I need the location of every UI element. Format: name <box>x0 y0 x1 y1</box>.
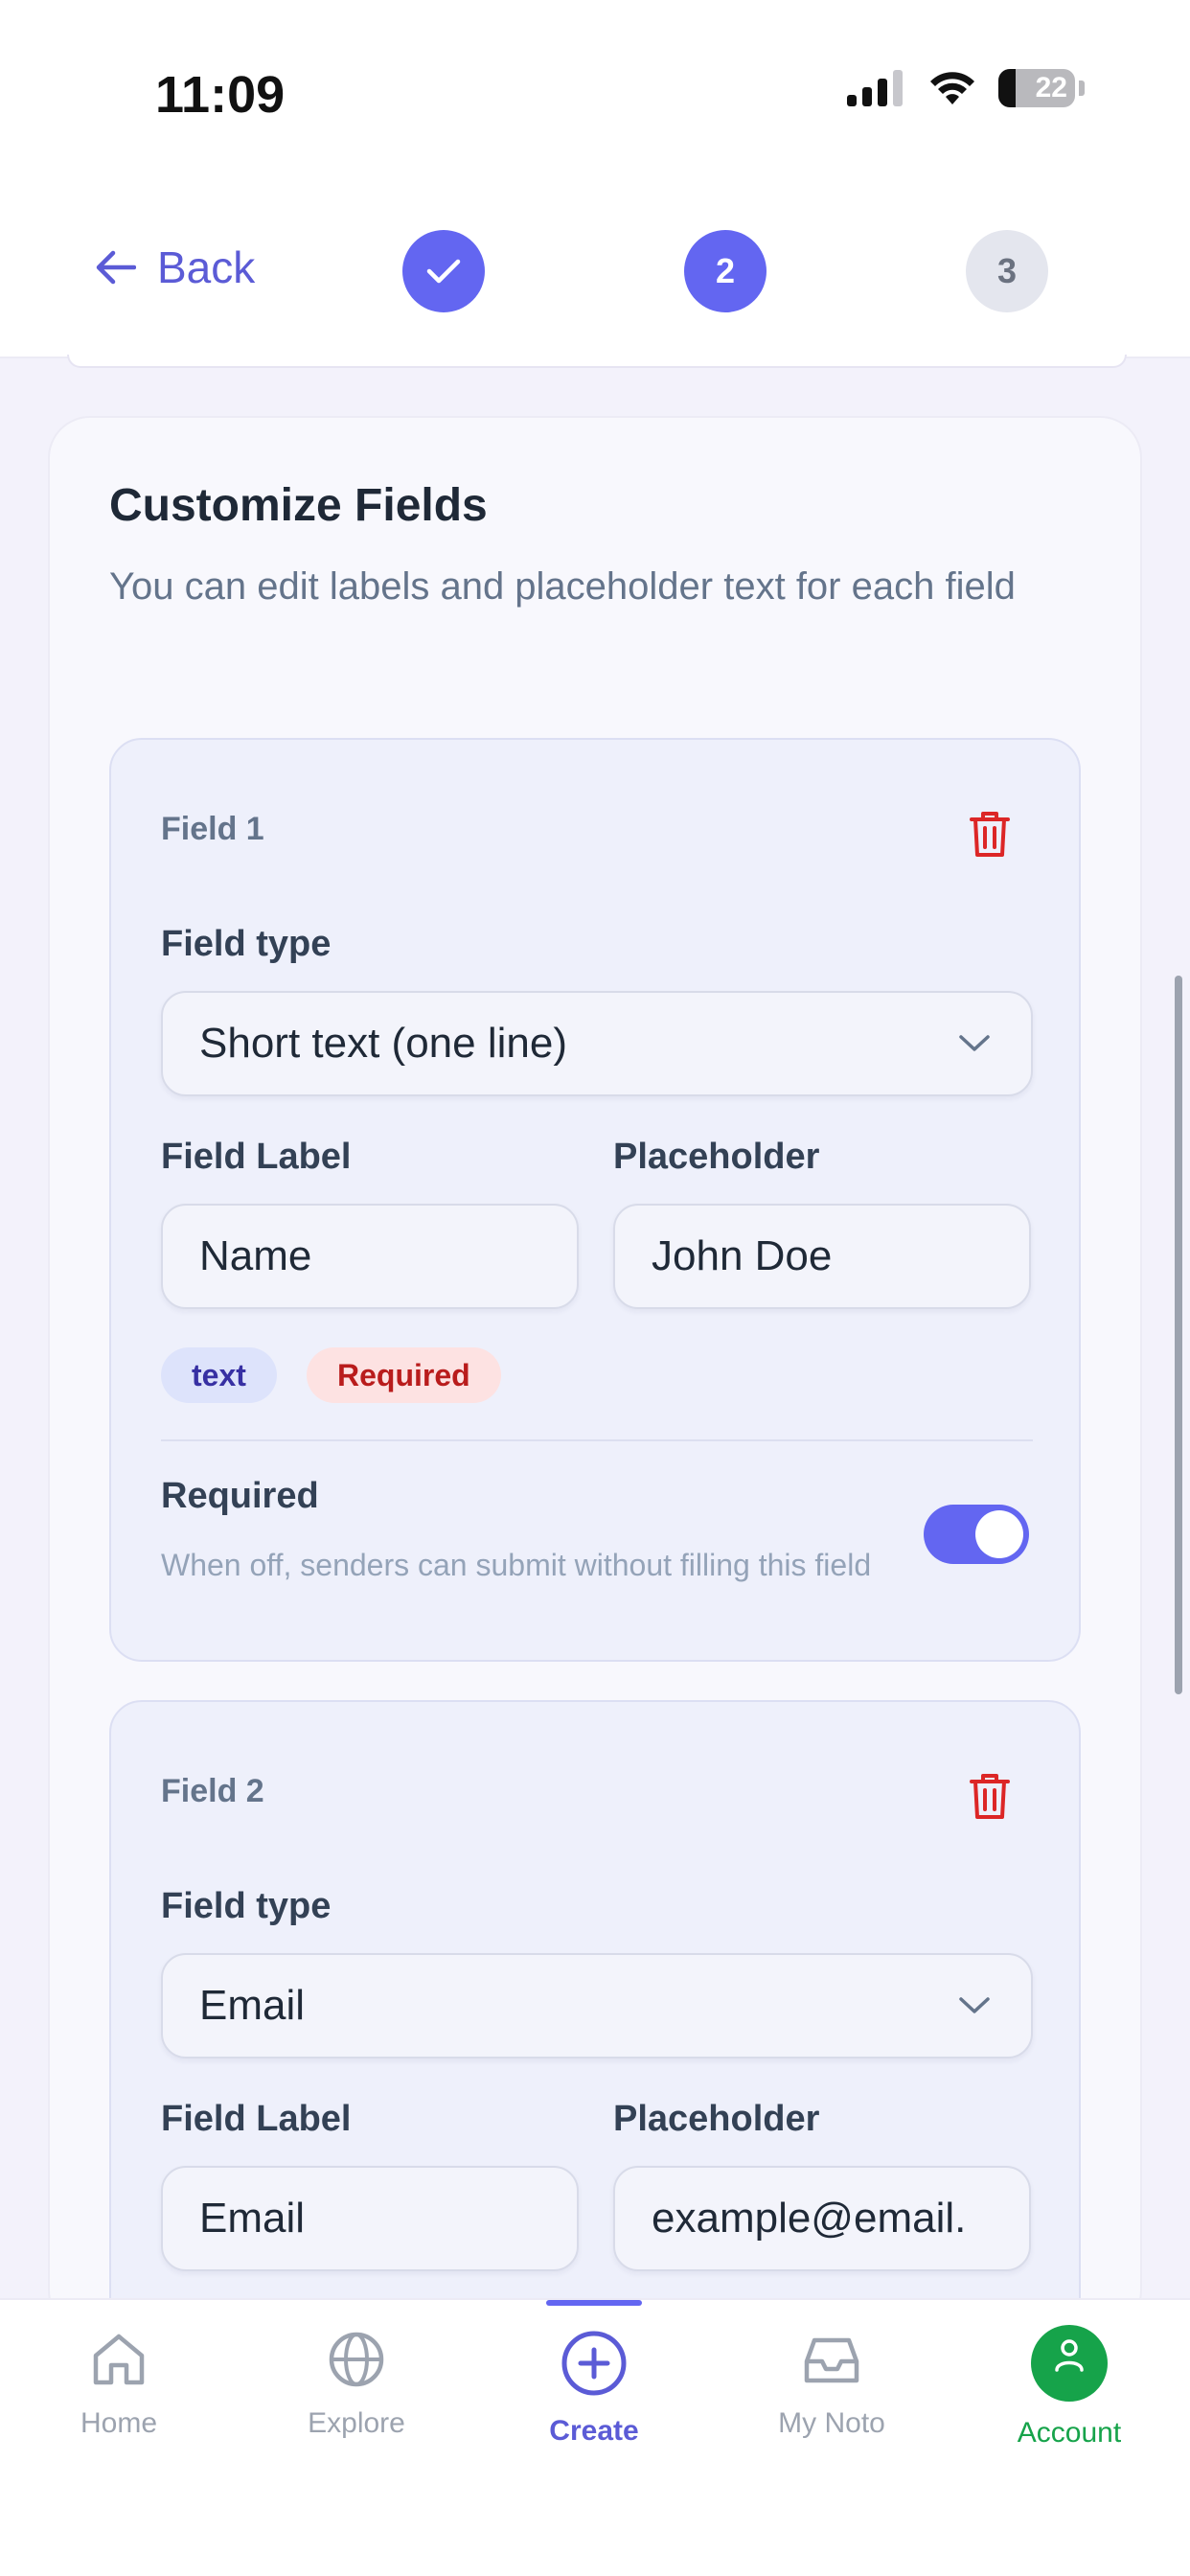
field-label-input[interactable]: Name <box>161 1204 579 1309</box>
divider <box>161 1439 1033 1441</box>
back-button[interactable]: Back <box>96 242 255 293</box>
back-label: Back <box>157 242 256 292</box>
inbox-icon <box>804 2337 859 2383</box>
field-title: Field 2 <box>161 1773 264 1809</box>
field-label-label: Field Label <box>161 1137 352 1177</box>
plus-circle-icon <box>561 2331 627 2396</box>
tab-create[interactable]: Create <box>498 2329 690 2448</box>
tab-my-noto[interactable]: My Noto <box>736 2329 927 2440</box>
tab-label: Account <box>1017 2417 1122 2449</box>
tab-explore[interactable]: Explore <box>261 2329 452 2440</box>
field-title: Field 1 <box>161 811 264 847</box>
home-icon <box>93 2334 145 2385</box>
trash-icon[interactable] <box>968 809 1012 859</box>
toggle-knob <box>975 1510 1023 1558</box>
tab-account[interactable]: Account <box>973 2325 1165 2450</box>
required-title: Required <box>161 1476 319 1516</box>
tab-home[interactable]: Home <box>23 2329 215 2440</box>
tab-label: Home <box>80 2407 158 2439</box>
type-badge: text <box>161 1347 277 1403</box>
status-time: 11:09 <box>155 66 286 124</box>
field-card: Field 2 Field type Email Field Label Pla… <box>109 1700 1081 2371</box>
globe-icon <box>329 2332 384 2387</box>
wizard-header: Back 2 3 <box>0 182 1190 358</box>
step-3[interactable]: 3 <box>966 230 1048 312</box>
page-title: Customize Fields <box>109 480 488 531</box>
chevron-down-icon <box>959 1997 990 2013</box>
tab-label: Explore <box>308 2407 405 2439</box>
field-type-select[interactable]: Email <box>161 1953 1033 2058</box>
field-type-value: Short text (one line) <box>199 1020 567 1067</box>
field-type-value: Email <box>199 1982 306 2029</box>
chevron-down-icon <box>959 1035 990 1051</box>
scrollbar[interactable] <box>1175 976 1182 1694</box>
required-description: When off, senders can submit without fil… <box>161 1548 872 1582</box>
field-type-label: Field type <box>161 924 332 964</box>
check-icon <box>426 259 461 284</box>
step-1-complete[interactable] <box>402 230 485 312</box>
placeholder-label: Placeholder <box>613 1137 820 1177</box>
previous-card-edge <box>67 355 1127 368</box>
arrow-left-icon <box>96 250 136 285</box>
bottom-tab-bar: Home Explore Create My Noto Account <box>0 2298 1190 2576</box>
avatar <box>1031 2325 1108 2402</box>
field-type-label: Field type <box>161 1886 332 1926</box>
placeholder-input[interactable]: John Doe <box>613 1204 1031 1309</box>
tab-label: Create <box>549 2415 639 2447</box>
trash-icon[interactable] <box>968 1771 1012 1821</box>
field-card: Field 1 Field type Short text (one line)… <box>109 738 1081 1662</box>
placeholder-label: Placeholder <box>613 2099 820 2139</box>
placeholder-input[interactable]: example@email. <box>613 2166 1031 2271</box>
battery-icon: 22 <box>998 69 1075 107</box>
page-subtitle: You can edit labels and placeholder text… <box>109 565 1016 608</box>
required-toggle[interactable] <box>924 1505 1029 1564</box>
step-2-current[interactable]: 2 <box>684 230 767 312</box>
required-badge: Required <box>307 1347 501 1403</box>
status-icons: 22 <box>847 69 1085 107</box>
field-label-label: Field Label <box>161 2099 352 2139</box>
field-type-select[interactable]: Short text (one line) <box>161 991 1033 1096</box>
status-bar: 11:09 22 <box>0 0 1190 182</box>
signal-icon <box>847 70 903 106</box>
tab-label: My Noto <box>778 2407 885 2439</box>
battery-level: 22 <box>1035 72 1067 104</box>
battery-cap <box>1079 80 1085 96</box>
wifi-icon <box>930 72 974 104</box>
user-icon <box>1055 2339 1084 2372</box>
field-label-input[interactable]: Email <box>161 2166 579 2271</box>
active-tab-indicator <box>546 2300 642 2306</box>
